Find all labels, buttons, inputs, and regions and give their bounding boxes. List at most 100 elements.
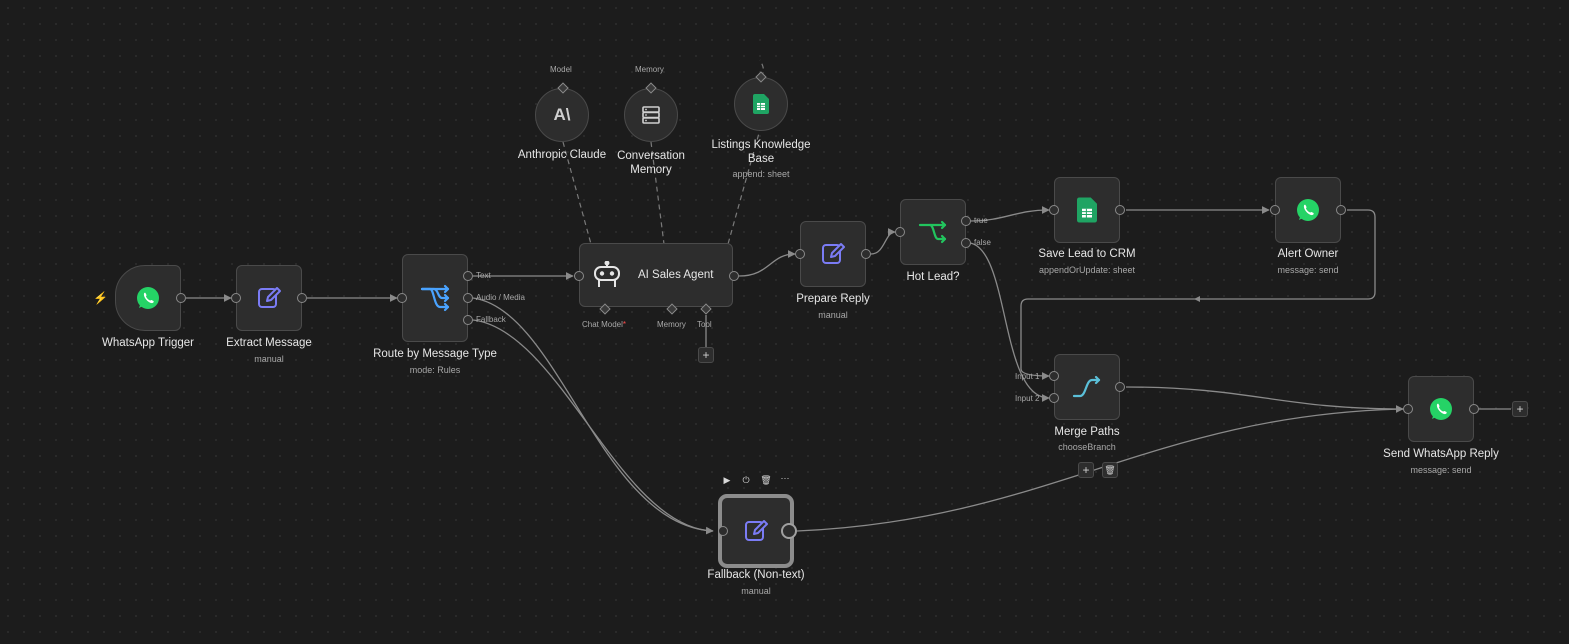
robot-icon	[594, 261, 620, 287]
port-label-chat-model: Chat Model*	[582, 320, 626, 329]
node-subtitle: message: send	[1277, 265, 1339, 275]
node-subtitle: chooseBranch	[1058, 442, 1116, 452]
node-title: Anthropic Claude	[517, 149, 607, 161]
output-label-text: Text	[476, 271, 491, 280]
input-handle[interactable]	[895, 227, 905, 237]
node-title: Extract Message	[226, 337, 312, 349]
node-subtitle: manual	[818, 310, 848, 320]
delete-node-icon[interactable]: 🗑	[759, 475, 773, 486]
trigger-bolt-icon: ⚡	[93, 291, 108, 305]
input-handle[interactable]	[1049, 205, 1059, 215]
output-handle[interactable]	[297, 293, 307, 303]
node-title: Prepare Reply	[796, 293, 870, 305]
whatsapp-icon	[137, 287, 159, 309]
node-title: Listings Knowledge Base	[711, 139, 811, 165]
output-handle[interactable]	[1469, 404, 1479, 414]
node-hot-lead[interactable]	[900, 199, 966, 265]
output-handle[interactable]	[781, 523, 797, 539]
output-handle[interactable]	[1115, 382, 1125, 392]
output-handle[interactable]	[861, 249, 871, 259]
execute-node-icon[interactable]: ▶	[720, 475, 734, 486]
node-title: Route by Message Type	[373, 348, 497, 360]
node-route-by-message-type[interactable]	[402, 254, 468, 342]
add-next-node-button[interactable]: +	[1512, 401, 1528, 417]
node-title: Conversation Memory	[617, 150, 685, 176]
more-options-icon[interactable]: ···	[778, 473, 792, 483]
node-whatsapp-trigger[interactable]	[115, 265, 181, 331]
deactivate-node-icon[interactable]: ⏻	[739, 475, 753, 486]
input-handle-1[interactable]	[1049, 371, 1059, 381]
add-tool-button[interactable]: +	[698, 347, 714, 363]
node-subtitle: append: sheet	[732, 169, 790, 179]
output-handle[interactable]	[1336, 205, 1346, 215]
delete-connection-button[interactable]: 🗑	[1102, 462, 1118, 478]
required-mark: *	[622, 320, 627, 329]
input-label-1: Input 1	[1015, 372, 1040, 381]
node-title: Merge Paths	[1054, 426, 1120, 438]
node-listings-knowledge-base[interactable]	[734, 77, 788, 131]
node-alert-owner[interactable]	[1275, 177, 1341, 243]
sheets-icon	[753, 94, 769, 114]
node-save-lead-to-crm[interactable]	[1054, 177, 1120, 243]
output-handle-false[interactable]	[961, 238, 971, 248]
node-title: Hot Lead?	[906, 271, 960, 283]
output-label-true: true	[974, 216, 988, 225]
input-handle-2[interactable]	[1049, 393, 1059, 403]
add-node-button[interactable]: +	[1078, 462, 1094, 478]
edge-route-audio-fallback	[472, 297, 714, 535]
node-anthropic-claude[interactable]: A\	[535, 88, 589, 142]
edge-merge-send	[1125, 386, 1404, 413]
output-handle[interactable]	[729, 271, 739, 281]
workflow-canvas[interactable]: ⚡ WhatsApp Trigger Extract Message manua…	[0, 0, 1569, 644]
node-subtitle: appendOrUpdate: sheet	[1038, 265, 1136, 275]
port-label-model: Model	[550, 65, 572, 74]
whatsapp-icon	[1430, 398, 1452, 420]
node-title: WhatsApp Trigger	[101, 337, 195, 349]
node-title: AI Sales Agent	[638, 269, 714, 281]
edit-icon	[822, 243, 845, 264]
input-handle[interactable]	[1270, 205, 1280, 215]
output-label-fallback: Fallback	[476, 315, 506, 324]
input-handle[interactable]	[795, 249, 805, 259]
if-icon	[918, 220, 947, 244]
node-subtitle: mode: Rules	[409, 365, 461, 375]
output-handle-audio-media[interactable]	[463, 293, 473, 303]
node-subtitle: manual	[254, 354, 284, 364]
node-title: Alert Owner	[1277, 248, 1339, 260]
node-extract-message[interactable]	[236, 265, 302, 331]
port-label-memory: Memory	[657, 320, 686, 329]
output-label-false: false	[974, 238, 991, 247]
input-handle[interactable]	[718, 526, 728, 536]
port-label-text: Chat Model	[582, 320, 623, 329]
node-merge-paths[interactable]	[1054, 354, 1120, 420]
sheets-icon	[1077, 197, 1097, 223]
node-subtitle: manual	[741, 586, 771, 596]
output-handle-true[interactable]	[961, 216, 971, 226]
output-label-audio-media: Audio / Media	[476, 293, 525, 302]
edge-agent-prepare	[738, 250, 796, 277]
switch-icon	[420, 284, 450, 312]
edit-icon	[745, 520, 768, 541]
database-icon	[642, 106, 660, 124]
node-prepare-reply[interactable]	[800, 221, 866, 287]
output-handle[interactable]	[1115, 205, 1125, 215]
anthropic-icon: A\	[553, 105, 571, 124]
input-handle[interactable]	[574, 271, 584, 281]
node-conversation-memory[interactable]	[624, 88, 678, 142]
output-handle-fallback[interactable]	[463, 315, 473, 325]
whatsapp-icon	[1297, 199, 1319, 221]
node-title: Fallback (Non-text)	[707, 569, 805, 581]
output-handle[interactable]	[176, 293, 186, 303]
edit-icon	[258, 287, 281, 308]
node-title: Save Lead to CRM	[1038, 248, 1136, 260]
port-label-tool: Tool	[697, 320, 712, 329]
output-handle-text[interactable]	[463, 271, 473, 281]
input-handle[interactable]	[397, 293, 407, 303]
edge-prepare-hotlead	[870, 228, 896, 255]
input-handle[interactable]	[231, 293, 241, 303]
node-send-whatsapp-reply[interactable]	[1408, 376, 1474, 442]
node-subtitle: message: send	[1410, 465, 1472, 475]
merge-icon	[1072, 375, 1101, 398]
node-ai-sales-agent[interactable]: AI Sales Agent	[579, 243, 733, 307]
input-handle[interactable]	[1403, 404, 1413, 414]
